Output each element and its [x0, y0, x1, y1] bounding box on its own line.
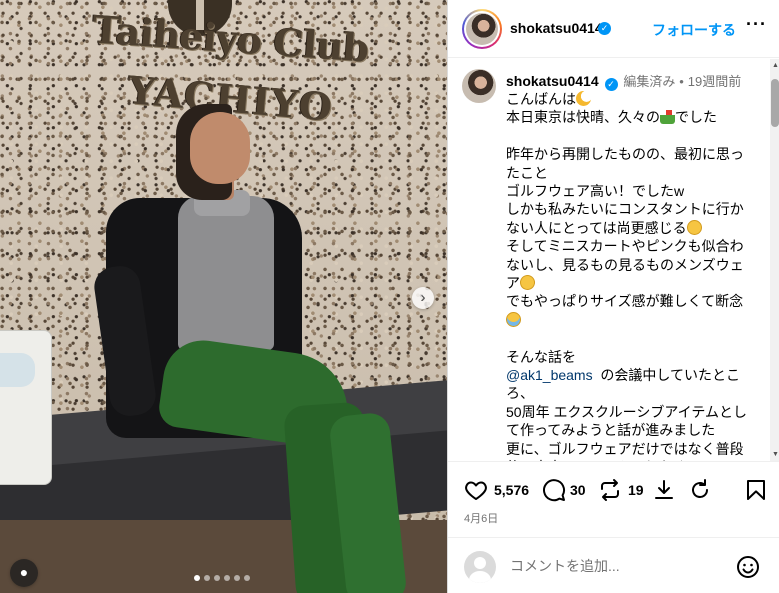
caption-line: 昨年から再開したものの、最初に思ったこと	[506, 145, 756, 182]
post-date[interactable]: 4月6日	[464, 510, 498, 526]
verified-badge-icon: ✓	[598, 22, 611, 35]
person-face	[190, 112, 250, 184]
avatar-image	[466, 13, 498, 45]
caption-line: こんばんは	[506, 90, 756, 108]
caption-line-text: しかも私みたいにコンスタントに行かない人にとっては尚更感じる	[506, 201, 744, 236]
comment-bubble-icon	[543, 479, 566, 502]
comment-input[interactable]	[510, 558, 720, 574]
avatar-ring-inner	[464, 11, 500, 47]
post-header: shokatsu0414 ✓ フォローする ···	[448, 0, 779, 58]
download-icon	[655, 480, 673, 499]
meta-separator: •	[679, 74, 684, 89]
caption-line: 本日東京は快晴、久々の でした	[506, 108, 756, 126]
post-media[interactable]: Taiheiyo Club YACHIYO › ●	[0, 0, 447, 593]
bookmark-icon	[747, 480, 765, 500]
author-avatar[interactable]	[462, 9, 502, 49]
tote-bag	[0, 330, 52, 485]
caption-text: こんばんは 本日東京は快晴、久々の でした 昨年から再開したものの、最初に思ったこ…	[506, 90, 756, 461]
carousel-dot	[244, 575, 250, 581]
comment-composer	[448, 537, 779, 593]
caption-line: 50周年 エクスクルーシブアイテムとして作ってみようと話が進みました	[506, 403, 756, 440]
comment-button[interactable]	[542, 478, 566, 502]
caption-line-text: 昨年から再開したものの、最初に思ったこと	[506, 146, 744, 181]
caption-author-avatar[interactable]	[462, 69, 496, 103]
caption-line: ゴルフウェア高い！でしたw	[506, 182, 756, 200]
like-button[interactable]	[464, 478, 488, 502]
golf-flag-icon	[660, 109, 675, 125]
caption-line-text: でもやっぱりサイズ感が難しくて断念	[506, 293, 744, 310]
current-user-avatar	[464, 551, 496, 583]
caption-line: しかも私みたいにコンスタントに行かない人にとっては尚更感じる	[506, 200, 756, 237]
refresh-icon	[692, 479, 708, 498]
carousel-dot	[214, 575, 220, 581]
caption-line-text: 更に、ゴルフウェアだけではなく普段使い出来るアイテムにしたくて、	[506, 440, 744, 461]
repost-icon	[601, 479, 619, 501]
caption-line-text: 本日東京は快晴、久々の	[506, 109, 660, 126]
caption-line	[506, 311, 756, 329]
caption-line: @ak1_beams の会議中していたところ、	[506, 366, 756, 403]
caption-line-text: でした	[675, 109, 717, 126]
caption-line-text: ゴルフウェア高い！でしたw	[506, 183, 685, 200]
smiley-icon	[737, 556, 759, 578]
next-image-button[interactable]: ›	[412, 287, 434, 309]
caption-username[interactable]: shokatsu0414	[506, 73, 599, 89]
post-time[interactable]: 19週間前	[688, 74, 741, 89]
edited-label: 編集済み	[623, 74, 676, 89]
emoji-picker-button[interactable]	[736, 555, 760, 584]
save-button[interactable]	[744, 478, 768, 502]
caption-line-text: こんばんは	[506, 91, 576, 107]
caption-line: そしてミニスカートやピンクも似合わないし、見るもの見るものメンズウェア	[506, 237, 756, 293]
person-pants	[156, 335, 408, 593]
more-options-button[interactable]: ···	[746, 14, 767, 35]
caption-line	[506, 127, 756, 145]
follow-button[interactable]: フォローする	[652, 20, 736, 40]
rolling-laughing-face-icon	[517, 272, 538, 293]
scroll-down-arrow-icon[interactable]: ▼	[772, 451, 779, 458]
caption-meta: shokatsu0414 ✓ 編集済み • 19週間前	[506, 71, 741, 91]
refresh-button[interactable]	[688, 478, 712, 502]
grinning-face-icon	[686, 219, 702, 235]
repost-button[interactable]	[598, 478, 622, 502]
mention-link[interactable]: @ak1_beams	[506, 367, 593, 383]
carousel-dot	[194, 575, 200, 581]
carousel-dot	[204, 575, 210, 581]
caption-line: そんな話を	[506, 348, 756, 366]
caption-scroll-area[interactable]: shokatsu0414 ✓ 編集済み • 19週間前 こんばんは 本日東京は快…	[448, 59, 770, 461]
tagged-users-button[interactable]: ●	[10, 559, 38, 587]
scrollbar-thumb[interactable]	[771, 79, 779, 127]
carousel-dot	[234, 575, 240, 581]
crying-face-icon	[506, 311, 521, 327]
carousel-dot	[224, 575, 230, 581]
caption-scrollbar[interactable]: ▲ ▼	[770, 59, 779, 461]
person-shirt	[178, 196, 274, 350]
scroll-up-arrow-icon[interactable]: ▲	[772, 62, 779, 69]
caption-line: 更に、ゴルフウェアだけではなく普段使い出来るアイテムにしたくて、	[506, 440, 756, 461]
person-icon: ●	[19, 564, 29, 580]
heart-icon	[465, 481, 487, 500]
crescent-moon-icon	[576, 91, 591, 106]
caption-line: でもやっぱりサイズ感が難しくて断念	[506, 292, 756, 310]
caption-line-text: 50周年 エクスクルーシブアイテムとして作ってみようと話が進みました	[506, 403, 747, 439]
download-button[interactable]	[652, 478, 676, 502]
author-username[interactable]: shokatsu0414	[510, 20, 603, 36]
post-panel: shokatsu0414 ✓ フォローする ··· shokatsu0414 ✓…	[447, 0, 779, 593]
comment-count[interactable]: 30	[570, 482, 586, 498]
caption-line-text: そしてミニスカートやピンクも似合わないし、見るもの見るものメンズウェア	[506, 238, 744, 292]
carousel-dots	[194, 575, 250, 581]
like-count[interactable]: 5,576	[494, 482, 529, 498]
caption-line-text: そんな話を	[506, 348, 576, 365]
caption-line	[506, 329, 756, 347]
repost-count[interactable]: 19	[628, 482, 644, 498]
